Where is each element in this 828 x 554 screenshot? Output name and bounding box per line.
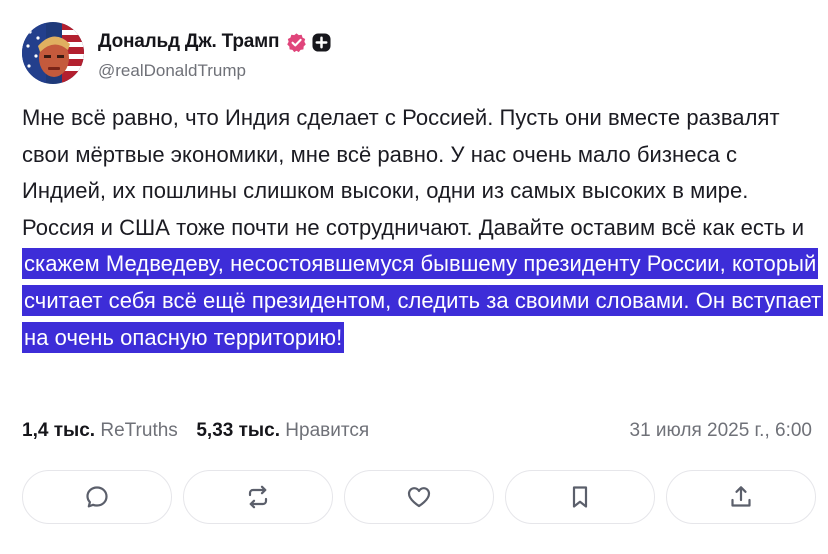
share-button[interactable] bbox=[666, 470, 816, 524]
like-icon bbox=[407, 487, 431, 508]
likes-label[interactable]: Нравится bbox=[285, 420, 369, 441]
reply-button[interactable] bbox=[22, 470, 172, 524]
retruths-count[interactable]: 1,4 тыс. bbox=[22, 420, 95, 441]
plus-badge-icon bbox=[312, 32, 331, 52]
post-text-plain: Мне всё равно, что Индия сделает с Росси… bbox=[22, 105, 805, 240]
verified-badge-icon bbox=[287, 32, 307, 52]
retruth-button[interactable] bbox=[183, 470, 333, 524]
author-handle[interactable]: @realDonaldTrump bbox=[98, 61, 246, 81]
bookmark-icon bbox=[572, 486, 588, 508]
post-text: Мне всё равно, что Индия сделает с Росси… bbox=[22, 100, 824, 356]
post-stats: 1,4 тыс. ReTruths 5,33 тыс. Нравится 31 … bbox=[22, 420, 812, 446]
bookmark-button[interactable] bbox=[505, 470, 655, 524]
share-icon bbox=[731, 486, 751, 507]
action-bar bbox=[22, 470, 816, 526]
post-text-highlighted: скажем Медведеву, несостоявшемуся бывшем… bbox=[22, 248, 824, 353]
likes-count[interactable]: 5,33 тыс. bbox=[196, 420, 280, 441]
avatar[interactable] bbox=[22, 22, 84, 84]
post-date: 31 июля 2025 г., 6:00 bbox=[629, 420, 813, 441]
like-button[interactable] bbox=[344, 470, 494, 524]
retruth-icon bbox=[248, 485, 268, 509]
retruths-label[interactable]: ReTruths bbox=[100, 420, 177, 441]
reply-icon bbox=[86, 486, 108, 508]
author-name[interactable]: Дональд Дж. Трамп bbox=[98, 31, 279, 53]
